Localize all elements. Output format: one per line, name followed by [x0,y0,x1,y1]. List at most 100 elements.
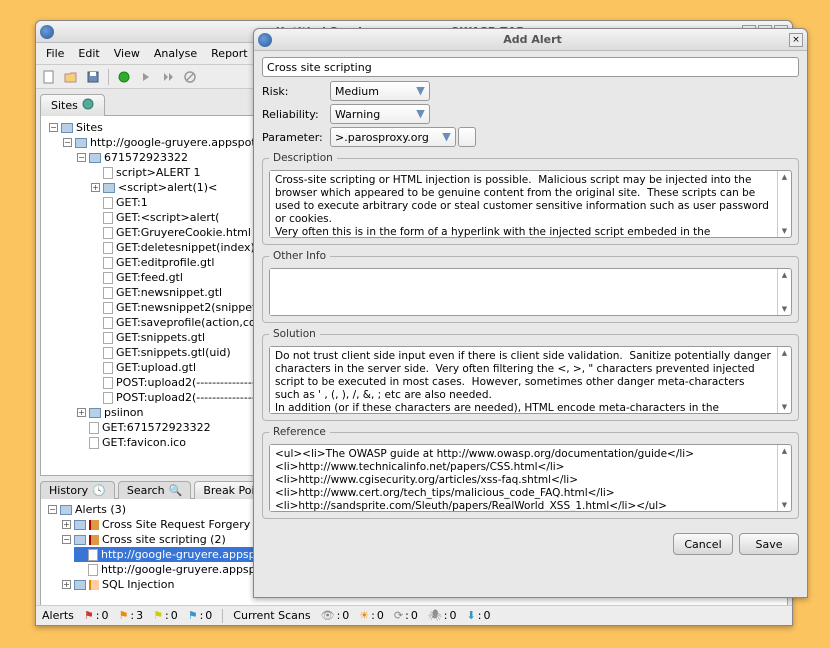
scan-stat: 🕷: 0 [428,609,457,622]
parameter-combo[interactable]: >.parosproxy.org [330,127,456,147]
file-icon [103,257,113,269]
scrollbar[interactable]: ▲▼ [777,347,791,413]
reference-textarea[interactable]: <ul><li>The OWASP guide at http://www.ow… [270,445,777,511]
solution-textarea[interactable]: Do not trust client side input even if t… [270,347,777,413]
file-icon [103,332,113,344]
menu-edit[interactable]: Edit [72,45,105,62]
add-alert-dialog: Add Alert × Risk: Medium Reliability: Wa… [253,28,808,598]
scrollbar[interactable]: ▲▼ [777,445,791,511]
folder-icon [74,520,86,530]
file-icon [103,227,113,239]
file-icon [103,362,113,374]
folder-icon [74,580,86,590]
file-icon [103,167,113,179]
file-icon [88,564,98,576]
description-fieldset: Description Cross-site scripting or HTML… [262,152,799,245]
scan-stat: ⟳: 0 [394,609,418,622]
dialog-title: Add Alert [278,33,787,46]
app-icon [40,25,54,39]
dialog-titlebar[interactable]: Add Alert × [254,29,807,51]
folder-icon [74,535,86,545]
description-label: Description [269,152,337,164]
tab-history[interactable]: History🕓 [40,481,115,499]
alert-name-input[interactable] [262,57,799,77]
menu-view[interactable]: View [108,45,146,62]
status-alerts-label: Alerts [42,609,74,622]
description-textarea[interactable]: Cross-site scripting or HTML injection i… [270,171,777,237]
scan-stat: 👁: 0 [321,609,350,622]
flag-icon [89,580,99,590]
stop-icon[interactable] [181,68,199,86]
save-icon[interactable] [84,68,102,86]
flag-icon [89,535,99,545]
reliability-combo[interactable]: Warning [330,104,430,124]
scan-stat: ⬇: 0 [467,609,491,622]
chevron-down-icon [442,133,451,142]
scrollbar[interactable]: ▲▼ [777,269,791,315]
status-scans-label: Current Scans [233,609,310,622]
open-icon[interactable] [62,68,80,86]
statusbar: Alerts ⚑: 0 ⚑: 3 ⚑: 0 ⚑: 0 Current Scans… [36,605,792,625]
folder-icon [89,408,101,418]
folder-icon [89,153,101,163]
parameter-label: Parameter: [262,131,330,144]
solution-label: Solution [269,328,320,340]
chevron-down-icon [416,87,425,96]
next-icon[interactable] [159,68,177,86]
folder-icon [103,183,115,193]
flag-icon [89,520,99,530]
file-icon [103,302,113,314]
file-icon [103,242,113,254]
dialog-buttons: Cancel Save [254,525,807,563]
solution-fieldset: Solution Do not trust client side input … [262,328,799,421]
tab-search[interactable]: Search🔍 [118,481,192,499]
chevron-down-icon [416,110,425,119]
file-icon [89,437,99,449]
folder-icon [60,505,72,515]
folder-icon [61,123,73,133]
step-icon[interactable] [137,68,155,86]
dialog-body: Risk: Medium Reliability: Warning Parame… [254,51,807,525]
otherinfo-fieldset: Other Info ▲▼ [262,250,799,323]
file-icon [88,549,98,561]
file-icon [103,287,113,299]
flag-orange-count: ⚑: 3 [119,609,144,622]
folder-icon [75,138,87,148]
reliability-label: Reliability: [262,108,330,121]
cancel-button[interactable]: Cancel [673,533,733,555]
flag-blue-count: ⚑: 0 [188,609,213,622]
globe-icon [82,98,94,113]
otherinfo-textarea[interactable] [270,269,777,315]
menu-file[interactable]: File [40,45,70,62]
parameter-edit-button[interactable] [458,127,476,147]
play-icon[interactable] [115,68,133,86]
file-icon [103,272,113,284]
tab-sites[interactable]: Sites [40,94,105,116]
new-icon[interactable] [40,68,58,86]
menu-report[interactable]: Report [205,45,253,62]
file-icon [103,197,113,209]
file-icon [103,317,113,329]
tab-sites-label: Sites [51,99,78,112]
flag-yellow-count: ⚑: 0 [153,609,178,622]
app-icon [258,33,272,47]
risk-combo[interactable]: Medium [330,81,430,101]
file-icon [103,392,113,404]
flag-red-count: ⚑: 0 [84,609,109,622]
scrollbar[interactable]: ▲▼ [777,171,791,237]
file-icon [89,422,99,434]
file-icon [103,377,113,389]
menu-analyse[interactable]: Analyse [148,45,203,62]
search-icon: 🔍 [169,484,183,497]
file-icon [103,212,113,224]
clock-icon: 🕓 [92,484,106,497]
save-button[interactable]: Save [739,533,799,555]
reference-fieldset: Reference <ul><li>The OWASP guide at htt… [262,426,799,519]
dialog-close-button[interactable]: × [789,33,803,47]
risk-label: Risk: [262,85,330,98]
otherinfo-label: Other Info [269,250,330,262]
chevron-down-icon [464,134,471,141]
reference-label: Reference [269,426,330,438]
scan-stat: ☀: 0 [359,609,384,622]
file-icon [103,347,113,359]
